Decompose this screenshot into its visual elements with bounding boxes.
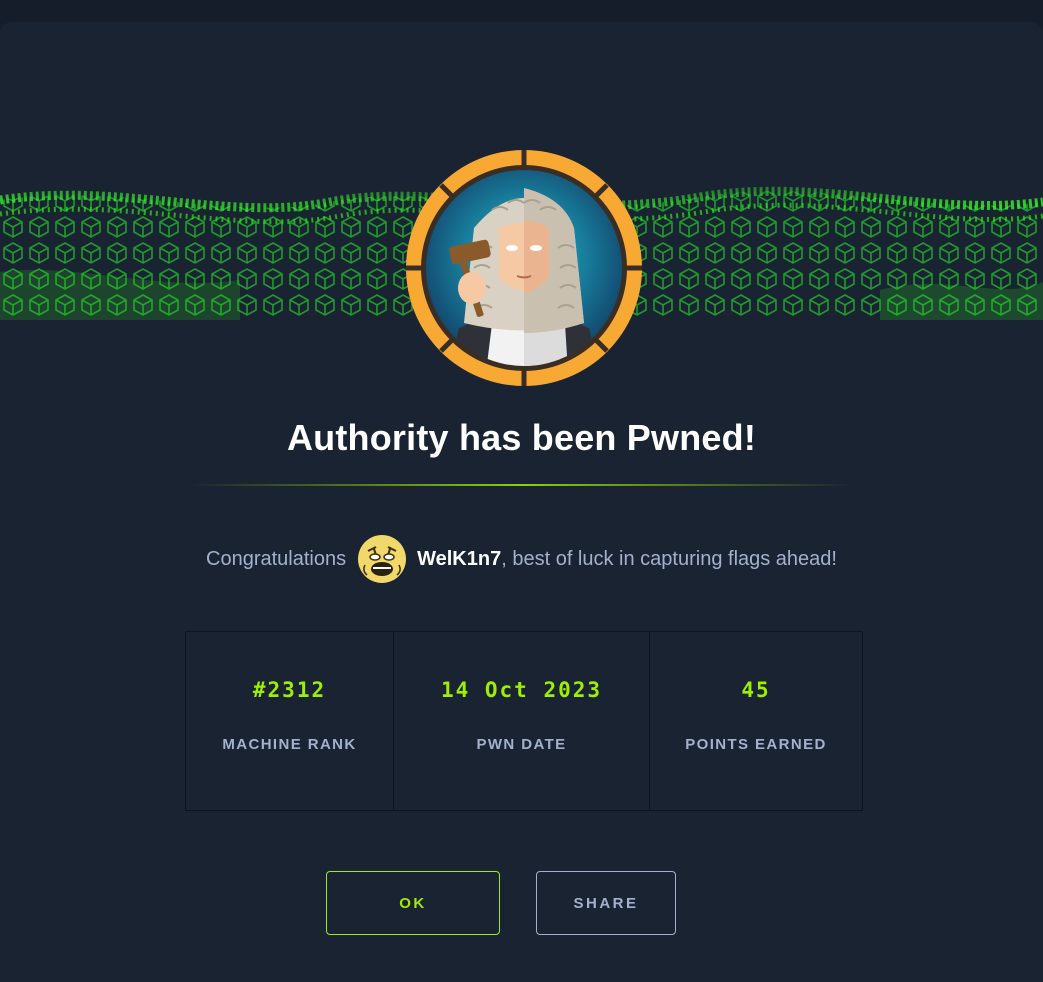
machine-badge-judge-icon xyxy=(404,148,644,388)
pwned-dialog: Authority has been Pwned! Congratulation… xyxy=(0,22,1043,982)
share-button[interactable]: SHARE xyxy=(536,871,676,935)
username-link[interactable]: WelK1n7 xyxy=(417,548,501,571)
stat-value: #2312 xyxy=(252,678,327,702)
stat-pwn-date: 14 Oct 2023 PWN DATE xyxy=(394,632,650,810)
stat-value: 14 Oct 2023 xyxy=(440,678,603,702)
congrats-suffix: , best of luck in capturing flags ahead! xyxy=(501,547,837,570)
stat-machine-rank: #2312 MACHINE RANK xyxy=(186,632,394,810)
congrats-prefix: Congratulations xyxy=(206,547,347,570)
stats-panel: #2312 MACHINE RANK 14 Oct 2023 PWN DATE … xyxy=(185,631,863,811)
stat-label: POINTS EARNED xyxy=(685,736,827,753)
stat-label: MACHINE RANK xyxy=(222,736,357,753)
page-title: Authority has been Pwned! xyxy=(286,417,757,458)
congratulations-message: Congratulations WelK1n7 , best of luck i… xyxy=(0,534,1043,584)
stat-points-earned: 45 POINTS EARNED xyxy=(650,632,862,810)
title-divider xyxy=(190,484,853,486)
stat-label: PWN DATE xyxy=(476,736,567,753)
user-avatar-icon xyxy=(358,535,407,583)
stat-value: 45 xyxy=(741,678,771,702)
ok-button[interactable]: OK xyxy=(326,871,500,935)
